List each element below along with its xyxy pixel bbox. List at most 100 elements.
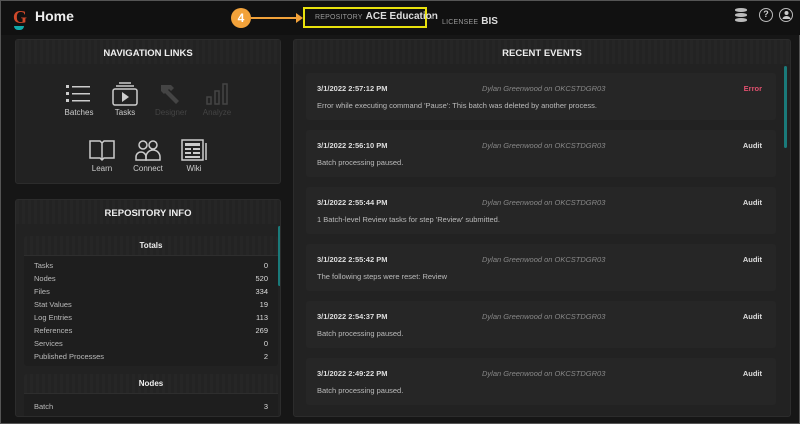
row-label: Nodes (34, 274, 56, 283)
table-row: Batch Field 16 (24, 413, 278, 416)
event-message: Batch processing paused. (317, 158, 404, 167)
table-row: Tasks 0 (24, 259, 278, 272)
app-logo[interactable]: G (13, 7, 28, 30)
nav-wiki[interactable]: Wiki (176, 136, 212, 173)
nav-label: Learn (91, 164, 113, 173)
nav-connect[interactable]: Connect (130, 136, 166, 173)
row-label: Log Entries (34, 313, 72, 322)
repository-indicator[interactable]: REPOSITORY ACE Education (303, 7, 438, 28)
logo-letter: G (13, 7, 28, 27)
event-user: Dylan Greenwood on OKCSTDGR03 (482, 141, 606, 150)
row-value: 0 (263, 339, 268, 348)
nav-designer: Designer (153, 80, 189, 117)
table-row: Log Entries 113 (24, 311, 278, 324)
hammer-icon (153, 80, 189, 108)
nav-label: Connect (133, 164, 163, 173)
row-label: Tasks (34, 261, 54, 270)
list-icon (61, 80, 97, 108)
event-user: Dylan Greenwood on OKCSTDGR03 (482, 255, 606, 264)
event-date: 3/1/2022 2:55:42 PM (317, 255, 388, 264)
panel-title: REPOSITORY INFO (16, 200, 280, 224)
people-icon (130, 136, 166, 164)
row-value: 113 (256, 313, 268, 322)
event-date: 3/1/2022 2:49:22 PM (317, 369, 388, 378)
nav-batches[interactable]: Batches (61, 80, 97, 117)
event-message: Error while executing command 'Pause': T… (317, 101, 597, 110)
table-row: References 269 (24, 324, 278, 337)
nav-learn[interactable]: Learn (84, 136, 120, 173)
row-value: 334 (255, 287, 268, 296)
event-message: The following steps were reset: Review (317, 272, 448, 281)
event-type: Error (743, 84, 762, 93)
nav-label: Analyze (202, 108, 232, 117)
nav-label: Wiki (186, 164, 202, 173)
row-value: 520 (255, 274, 268, 283)
nav-label: Batches (64, 108, 94, 117)
row-value: 16 (260, 413, 268, 416)
play-stack-icon (107, 80, 143, 108)
row-label: Services (34, 339, 63, 348)
repository-info-panel: REPOSITORY INFO Totals Tasks 0 Nodes 520 Fil… (15, 199, 281, 417)
event-card[interactable]: 3/1/2022 2:57:12 PM Dylan Greenwood on O… (306, 73, 776, 120)
event-card[interactable]: 3/1/2022 2:55:42 PM Dylan Greenwood on O… (306, 244, 776, 291)
row-label: Batch Field (34, 413, 72, 416)
repository-label: REPOSITORY (315, 14, 363, 21)
callout-arrow (251, 13, 303, 23)
panel-title: NAVIGATION LINKS (16, 40, 280, 64)
table-row: Services 0 (24, 337, 278, 350)
event-card[interactable]: 3/1/2022 2:55:44 PM Dylan Greenwood on O… (306, 187, 776, 234)
event-type: Audit (742, 141, 762, 150)
event-date: 3/1/2022 2:56:10 PM (317, 141, 388, 150)
help-icon[interactable]: ? (759, 8, 773, 22)
event-type: Audit (742, 312, 762, 321)
separator-dot (431, 16, 434, 19)
newspaper-icon (176, 136, 212, 164)
page-title: Home (35, 8, 74, 24)
event-message: Batch processing paused. (317, 386, 404, 395)
table-row: Batch 3 (24, 400, 278, 413)
row-value: 269 (255, 326, 268, 335)
row-value: 2 (263, 352, 268, 361)
navigation-links-panel: NAVIGATION LINKS Batches Tasks Designer … (15, 39, 281, 184)
event-type: Audit (742, 255, 762, 264)
event-user: Dylan Greenwood on OKCSTDGR03 (482, 84, 606, 93)
row-label: Batch (34, 402, 54, 411)
nav-analyze: Analyze (199, 80, 235, 117)
event-card[interactable]: 3/1/2022 2:49:22 PM Dylan Greenwood on O… (306, 358, 776, 405)
table-row: Stat Values 19 (24, 298, 278, 311)
event-date: 3/1/2022 2:55:44 PM (317, 198, 388, 207)
recent-events-panel: RECENT EVENTS 3/1/2022 2:57:12 PM Dylan … (293, 39, 791, 417)
user-icon[interactable] (779, 8, 793, 22)
row-value: 0 (263, 261, 268, 270)
event-message: 1 Batch-level Review tasks for step 'Rev… (317, 215, 500, 224)
repository-name: ACE Education (365, 11, 438, 22)
nav-label: Tasks (114, 108, 136, 117)
event-date: 3/1/2022 2:57:12 PM (317, 84, 388, 93)
licensee-indicator: LICENSEE BIS (442, 11, 498, 29)
row-value: 19 (259, 300, 268, 309)
bar-chart-icon (199, 80, 235, 108)
panel-title: RECENT EVENTS (294, 40, 790, 64)
app-window: G Home 4 REPOSITORY ACE Education LICENSE… (0, 0, 800, 424)
nav-tasks[interactable]: Tasks (107, 80, 143, 117)
event-type: Audit (742, 369, 762, 378)
database-icon[interactable] (735, 8, 747, 22)
nodes-title: Nodes (24, 374, 278, 394)
totals-title: Totals (24, 236, 278, 256)
licensee-name: BIS (481, 16, 498, 27)
event-user: Dylan Greenwood on OKCSTDGR03 (482, 312, 606, 321)
event-type: Audit (742, 198, 762, 207)
row-label: Files (34, 287, 50, 296)
event-card[interactable]: 3/1/2022 2:54:37 PM Dylan Greenwood on O… (306, 301, 776, 348)
header: G Home 4 REPOSITORY ACE Education LICENSE… (1, 1, 800, 35)
book-icon (84, 136, 120, 164)
row-label: Stat Values (34, 300, 72, 309)
scrollbar[interactable] (784, 66, 787, 148)
event-user: Dylan Greenwood on OKCSTDGR03 (482, 369, 606, 378)
event-card[interactable]: 3/1/2022 2:56:10 PM Dylan Greenwood on O… (306, 130, 776, 177)
nodes-table: Nodes Batch 3 Batch Field 16 (24, 374, 278, 416)
table-row: Files 334 (24, 285, 278, 298)
row-label: Published Processes (34, 352, 105, 361)
event-user: Dylan Greenwood on OKCSTDGR03 (482, 198, 606, 207)
scrollbar[interactable] (278, 226, 280, 286)
